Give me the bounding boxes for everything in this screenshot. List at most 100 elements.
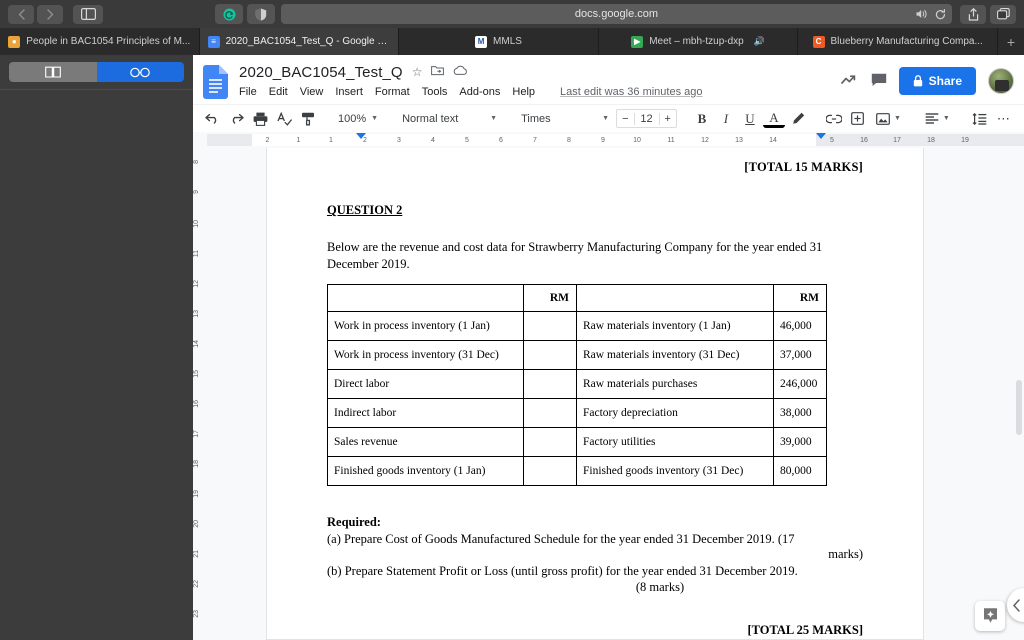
google-meet-icon: ▶: [631, 35, 644, 48]
redo-button[interactable]: [225, 108, 247, 130]
horizontal-ruler[interactable]: 2 1 1 2 3 4 5 6 7 8 9 10 11 12 13 14 5 1…: [193, 132, 1024, 148]
left-indent-marker[interactable]: [356, 133, 366, 139]
question-heading: QUESTION 2: [327, 203, 403, 217]
text-color-button[interactable]: A: [762, 109, 785, 128]
vertical-scrollbar-thumb[interactable]: [1016, 380, 1022, 435]
table-cell: Work in process inventory (1 Jan): [327, 311, 524, 341]
forward-button[interactable]: [37, 4, 63, 24]
avatar[interactable]: [988, 68, 1014, 94]
font-size-increase-button[interactable]: +: [660, 113, 676, 125]
docs-title-row: 2020_BAC1054_Test_Q ☆: [239, 61, 841, 83]
privacy-report-button[interactable]: [247, 4, 275, 24]
menu-help[interactable]: Help: [512, 86, 535, 98]
ruler-mark: 6: [499, 136, 503, 144]
align-left-icon: [925, 113, 939, 124]
spellcheck-icon: [276, 111, 292, 126]
table-row: Sales revenue Factory utilities 39,000: [327, 427, 827, 457]
insert-link-button[interactable]: [823, 108, 845, 130]
last-edit-status[interactable]: Last edit was 36 minutes ago: [560, 86, 702, 98]
redo-icon: [232, 113, 244, 124]
right-indent-marker[interactable]: [816, 133, 826, 139]
ruler-mark: 7: [533, 136, 537, 144]
paint-format-button[interactable]: [297, 108, 319, 130]
comment-icon[interactable]: [871, 73, 887, 90]
line-spacing-button[interactable]: [969, 108, 991, 130]
back-button[interactable]: [8, 4, 34, 24]
underline-button[interactable]: U: [739, 108, 761, 130]
required-item-a-marks: marks): [828, 547, 863, 562]
print-button[interactable]: [249, 108, 271, 130]
bookmarks-tab[interactable]: [9, 62, 97, 82]
docs-menubar: File Edit View Insert Format Tools Add-o…: [239, 86, 841, 98]
insert-image-button[interactable]: ▼: [871, 108, 906, 130]
table-header-cell: [327, 284, 524, 312]
share-button[interactable]: Share: [898, 67, 976, 95]
bold-button[interactable]: B: [691, 108, 713, 130]
undo-button[interactable]: [201, 108, 223, 130]
new-tab-button[interactable]: +: [998, 28, 1024, 55]
font-family-select[interactable]: Times ▼: [516, 108, 614, 130]
font-size-input[interactable]: 12: [633, 112, 660, 125]
document-page[interactable]: [TOTAL 15 MARKS] QUESTION 2 Below are th…: [266, 148, 924, 640]
align-button[interactable]: ▼: [920, 108, 955, 130]
italic-button[interactable]: I: [715, 108, 737, 130]
vruler-mark: 12: [193, 280, 200, 288]
menu-tools[interactable]: Tools: [422, 86, 448, 98]
docs-header: 2020_BAC1054_Test_Q ☆ File Edit View Ins…: [193, 55, 1024, 104]
speaker-icon[interactable]: 🔊: [754, 36, 765, 47]
sidebar-toggle-button[interactable]: [73, 4, 103, 24]
table-cell: Work in process inventory (31 Dec): [327, 340, 524, 370]
menu-insert[interactable]: Insert: [335, 86, 363, 98]
sidebar-segmented-control: [9, 62, 184, 82]
vruler-mark: 22: [193, 580, 200, 588]
spellcheck-button[interactable]: [273, 108, 295, 130]
people-icon: ●: [8, 35, 21, 48]
reading-list-glasses-icon: [130, 67, 151, 77]
browser-tab-2[interactable]: M MMLS: [399, 28, 599, 55]
table-cell: Raw materials purchases: [576, 369, 774, 399]
reload-icon[interactable]: [935, 8, 946, 20]
activity-trend-icon[interactable]: [840, 73, 859, 89]
table-row: Direct labor Raw materials purchases 246…: [327, 369, 827, 399]
vertical-ruler[interactable]: 8 9 10 11 12 13 14 15 16 17 18 19 20 21 …: [193, 148, 207, 640]
insert-image-icon: [876, 112, 890, 125]
highlight-color-button[interactable]: [787, 108, 809, 130]
address-bar-actions: [916, 8, 946, 20]
reading-list-tab[interactable]: [96, 62, 184, 82]
document-title[interactable]: 2020_BAC1054_Test_Q: [239, 64, 403, 81]
horizontal-ruler-track[interactable]: 2 1 1 2 3 4 5 6 7 8 9 10 11 12 13 14 5 1…: [207, 132, 1024, 148]
grammarly-extension-button[interactable]: [215, 4, 243, 24]
cost-data-table: RM RM Work in process inventory (1 Jan) …: [327, 284, 827, 486]
font-size-decrease-button[interactable]: −: [617, 113, 633, 125]
move-to-folder-icon[interactable]: [431, 65, 445, 79]
sidebar-toggle-icon: [80, 8, 96, 20]
zoom-select[interactable]: 100% ▼: [333, 108, 383, 130]
browser-tab-0[interactable]: ● People in BAC1054 Principles of M...: [0, 28, 200, 55]
add-comment-button[interactable]: [847, 108, 869, 130]
menu-file[interactable]: File: [239, 86, 257, 98]
more-options-button[interactable]: ⋯: [993, 108, 1015, 130]
tab-label: MMLS: [493, 36, 522, 47]
page-scroll-area[interactable]: [TOTAL 15 MARKS] QUESTION 2 Below are th…: [207, 148, 1024, 640]
menu-edit[interactable]: Edit: [269, 86, 288, 98]
explore-button[interactable]: [975, 601, 1005, 631]
google-docs-app: 2020_BAC1054_Test_Q ☆ File Edit View Ins…: [193, 55, 1024, 640]
browser-tab-3[interactable]: ▶ Meet – mbh-tzup-dxp 🔊: [599, 28, 799, 55]
menu-addons[interactable]: Add-ons: [459, 86, 500, 98]
paragraph-style-select[interactable]: Normal text ▼: [397, 108, 502, 130]
speaker-icon[interactable]: [916, 9, 928, 19]
browser-tab-1[interactable]: ≡ 2020_BAC1054_Test_Q - Google D...: [199, 28, 400, 55]
vruler-mark: 8: [193, 160, 200, 164]
star-icon[interactable]: ☆: [412, 65, 423, 79]
chevron-left-icon: [18, 8, 25, 20]
tab-overview-button[interactable]: [990, 4, 1016, 24]
address-bar[interactable]: docs.google.com: [281, 4, 952, 24]
cloud-saved-icon[interactable]: [453, 65, 468, 79]
menu-format[interactable]: Format: [375, 86, 410, 98]
tab-label: 2020_BAC1054_Test_Q - Google D...: [225, 36, 391, 47]
menu-view[interactable]: View: [300, 86, 324, 98]
table-cell: [523, 456, 577, 486]
share-button[interactable]: [960, 4, 986, 24]
browser-tab-4[interactable]: C Blueberry Manufacturing Compa...: [798, 28, 998, 55]
vruler-mark: 19: [193, 490, 200, 498]
